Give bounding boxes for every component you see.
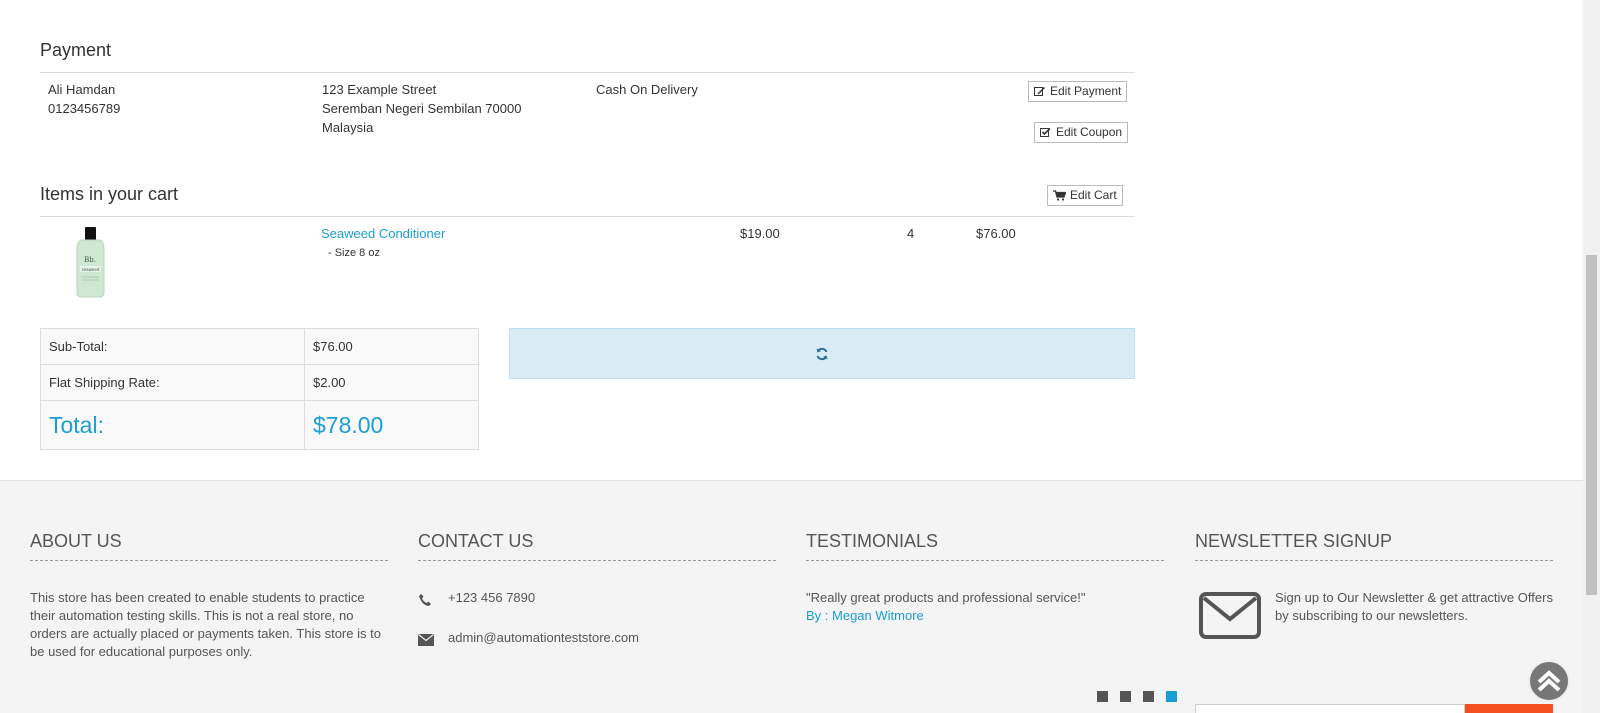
svg-text:Bb.: Bb. xyxy=(84,256,96,264)
product-quantity: 4 xyxy=(907,226,915,241)
divider xyxy=(40,216,1135,217)
shopping-cart-icon xyxy=(1053,190,1066,201)
shipping-value: $2.00 xyxy=(304,364,479,401)
pager-dot[interactable] xyxy=(1097,691,1108,702)
edit-coupon-label: Edit Coupon xyxy=(1056,125,1123,139)
newsletter-heading: NEWSLETTER SIGNUP xyxy=(1195,531,1553,561)
testimonial-author: By : Megan Witmore xyxy=(806,608,924,623)
product-option: - Size 8 oz xyxy=(328,247,380,259)
newsletter-subscribe-button[interactable] xyxy=(1465,704,1553,713)
checkbox-icon xyxy=(1040,127,1051,137)
edit-payment-label: Edit Payment xyxy=(1050,84,1122,98)
edit-coupon-button[interactable]: Edit Coupon xyxy=(1034,122,1129,143)
edit-payment-button[interactable]: Edit Payment xyxy=(1028,81,1128,102)
phone-icon xyxy=(419,594,431,606)
total-value: $78.00 xyxy=(304,400,479,450)
contact-us-heading: CONTACT US xyxy=(418,531,776,561)
subtotal-value: $76.00 xyxy=(304,328,479,365)
conditioner-bottle-image: Bb. seaweed xyxy=(76,227,105,298)
about-us-text: This store has been created to enable st… xyxy=(30,590,381,659)
back-to-top-button[interactable] xyxy=(1528,660,1570,702)
about-us-heading: ABOUT US xyxy=(30,531,388,561)
svg-text:seaweed: seaweed xyxy=(82,267,100,272)
edit-cart-button[interactable]: Edit Cart xyxy=(1047,185,1123,206)
payment-title: Payment xyxy=(40,40,112,60)
customer-name: Ali Hamdan xyxy=(48,82,116,97)
product-name-link[interactable]: Seaweed Conditioner xyxy=(321,224,445,243)
pager-dot[interactable] xyxy=(1143,691,1154,702)
product-thumbnail[interactable]: Bb. seaweed xyxy=(48,224,124,300)
subtotal-label: Sub-Total: xyxy=(40,328,305,365)
testimonial-quote: "Really great products and professional … xyxy=(806,590,1086,605)
envelope-icon xyxy=(1199,592,1261,639)
newsletter-email-input[interactable] xyxy=(1195,704,1465,713)
edit-cart-label: Edit Cart xyxy=(1070,188,1117,202)
scrollbar[interactable] xyxy=(1583,0,1600,713)
pager-dot-active[interactable] xyxy=(1166,691,1177,702)
total-row: Total: $78.00 xyxy=(40,400,479,450)
product-price: $19.00 xyxy=(740,226,780,241)
total-label: Total: xyxy=(40,400,305,450)
testimonial-pager xyxy=(1097,691,1177,702)
site-footer: ABOUT US This store has been created to … xyxy=(0,480,1583,713)
envelope-icon xyxy=(418,634,434,646)
pager-dot[interactable] xyxy=(1120,691,1131,702)
edit-icon xyxy=(1034,87,1045,96)
refresh-icon xyxy=(816,347,828,360)
shipping-row: Flat Shipping Rate: $2.00 xyxy=(40,364,479,401)
contact-phone: +123 456 7890 xyxy=(448,590,536,605)
payment-method: Cash On Delivery xyxy=(596,82,698,97)
totals-table: Sub-Total: $76.00 Flat Shipping Rate: $2… xyxy=(40,328,479,450)
chevron-up-icon xyxy=(1537,670,1561,692)
address-line-1: 123 Example Street xyxy=(322,82,437,97)
address-line-3: Malaysia xyxy=(322,120,374,135)
checkout-confirm-page: Payment Ali Hamdan 0123456789 123 Exampl… xyxy=(0,0,1583,713)
testimonials-heading: TESTIMONIALS xyxy=(806,531,1164,561)
subtotal-row: Sub-Total: $76.00 xyxy=(40,328,479,365)
shipping-label: Flat Shipping Rate: xyxy=(40,364,305,401)
loading-panel xyxy=(509,328,1135,379)
cart-title: Items in your cart xyxy=(40,184,179,204)
customer-phone: 0123456789 xyxy=(48,101,121,116)
product-total: $76.00 xyxy=(976,226,1016,241)
contact-email: admin@automationteststore.com xyxy=(448,630,639,645)
newsletter-text: Sign up to Our Newsletter & get attracti… xyxy=(1275,590,1553,623)
address-line-2: Seremban Negeri Sembilan 70000 xyxy=(322,101,522,116)
scrollbar-thumb[interactable] xyxy=(1586,255,1597,595)
divider xyxy=(40,72,1135,73)
